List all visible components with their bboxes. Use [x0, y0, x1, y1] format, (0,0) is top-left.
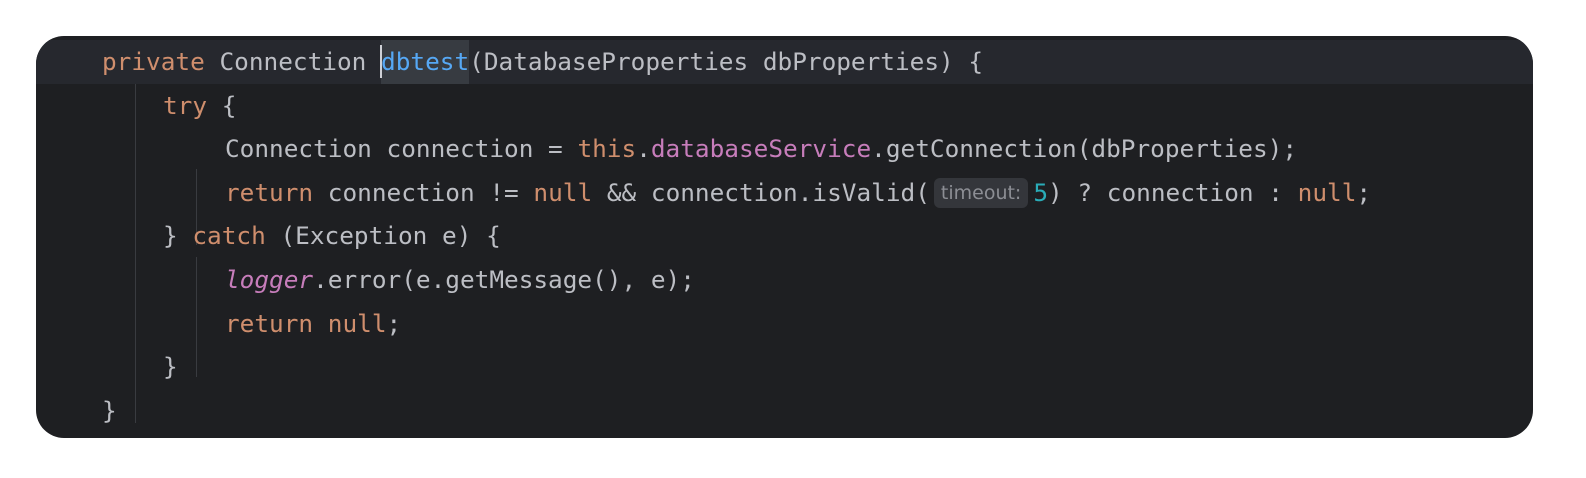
- keyword-catch: catch: [192, 221, 266, 251]
- keyword-return: return: [225, 177, 314, 207]
- method-name: dbtest: [381, 47, 470, 76]
- text-caret: [380, 45, 383, 78]
- keyword-null: null: [1297, 177, 1357, 207]
- method-signature: (DatabaseProperties dbProperties) {: [469, 47, 984, 76]
- code-line-6[interactable]: logger.error(e.getMessage(), e);: [36, 258, 1533, 302]
- type-connection: Connection: [219, 47, 367, 76]
- code-line-5[interactable]: } catch (Exception e) {: [36, 214, 1533, 258]
- code-editor[interactable]: private Connection dbtest(DatabaseProper…: [36, 36, 1533, 438]
- code-line-1[interactable]: private Connection dbtest(DatabaseProper…: [36, 40, 1533, 84]
- keyword-null: null: [327, 308, 387, 338]
- code-line-4[interactable]: return connection != null && connection.…: [36, 171, 1533, 215]
- code-line-7[interactable]: return null;: [36, 302, 1533, 346]
- field-database-service: databaseService: [650, 134, 872, 164]
- inlay-hint-timeout[interactable]: timeout:: [933, 177, 1029, 208]
- field-logger: logger: [225, 265, 314, 294]
- keyword-return: return: [225, 308, 314, 338]
- code-line-9[interactable]: }: [36, 389, 1533, 433]
- code-line-8[interactable]: }: [36, 345, 1533, 389]
- keyword-private: private: [102, 47, 205, 76]
- code-line-2[interactable]: try {: [36, 84, 1533, 128]
- keyword-null: null: [533, 177, 593, 207]
- keyword-try: try: [163, 90, 208, 120]
- keyword-this: this: [577, 134, 637, 164]
- code-line-3[interactable]: Connection connection = this.databaseSer…: [36, 127, 1533, 171]
- timeout-value: 5: [1033, 177, 1049, 207]
- method-name-highlight[interactable]: dbtest: [380, 40, 470, 84]
